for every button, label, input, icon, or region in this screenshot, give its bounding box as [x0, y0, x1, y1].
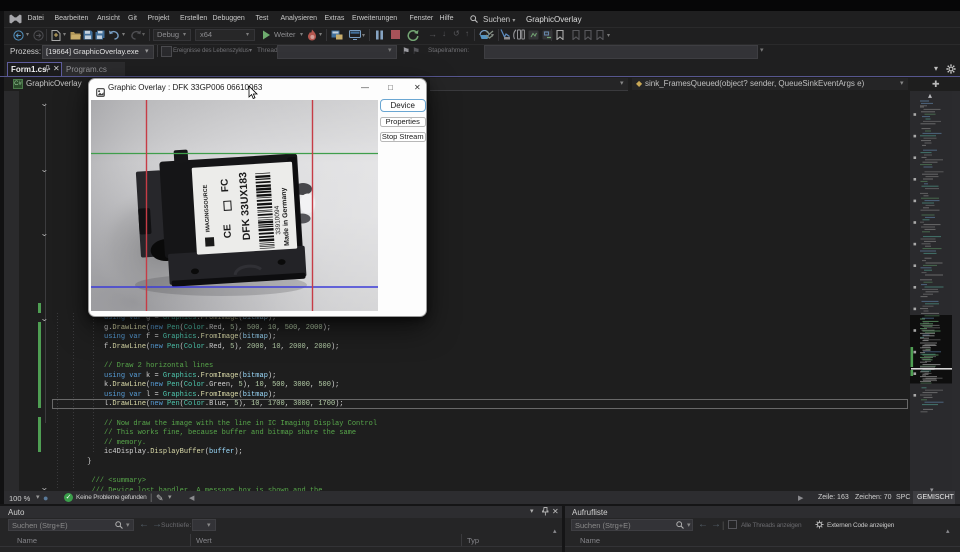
svg-text:FC: FC: [219, 178, 231, 192]
svg-text:CE: CE: [222, 224, 234, 239]
